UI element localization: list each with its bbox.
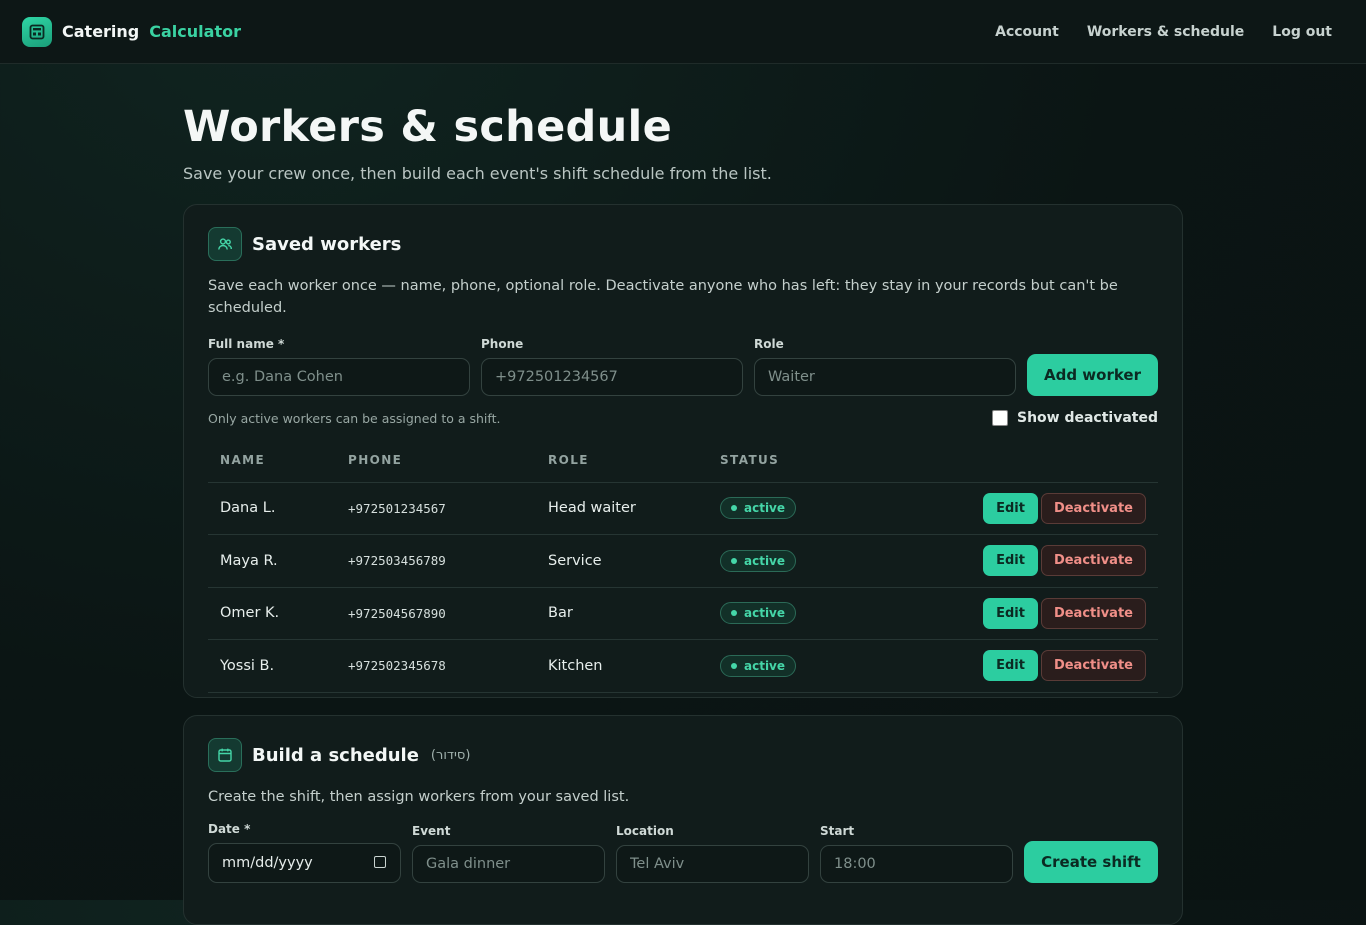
table-row: Omer K. +972504567890 Bar active Edit Dea… [208, 587, 1158, 640]
top-nav: Catering Calculator Account Workers & sch… [0, 0, 1366, 64]
nav-log-out[interactable]: Log out [1272, 24, 1332, 40]
saved-workers-title: Saved workers [252, 233, 402, 255]
column-header-status: STATUS [708, 438, 853, 483]
date-input[interactable] [208, 843, 401, 883]
show-deactivated-checkbox[interactable] [991, 410, 1008, 426]
build-schedule-hint: (סידור) [430, 747, 471, 763]
page-title: Workers & schedule [183, 102, 673, 152]
full-name-input[interactable] [208, 358, 470, 396]
main-content: Workers & schedule Save your crew once, … [183, 64, 1183, 925]
start-input[interactable] [820, 845, 1013, 883]
worker-name: Yossi B. [208, 639, 336, 693]
column-header-phone: PHONE [336, 438, 536, 483]
worker-name: Dana L. [208, 482, 336, 535]
deactivate-button[interactable]: Deactivate [1040, 650, 1146, 682]
edit-button[interactable]: Edit [983, 597, 1038, 629]
worker-role: Head waiter [536, 482, 708, 535]
worker-name: Maya R. [208, 534, 336, 588]
users-icon [208, 227, 242, 261]
column-header-role: ROLE [536, 438, 708, 483]
edit-button[interactable]: Edit [983, 650, 1038, 682]
build-schedule-description: Create the shift, then assign workers fr… [208, 789, 630, 805]
edit-button[interactable]: Edit [983, 545, 1038, 577]
add-worker-button[interactable]: Add worker [1027, 354, 1158, 396]
column-header-actions [852, 438, 1158, 483]
table-row: Dana L. +972501234567 Head waiter active… [208, 482, 1158, 535]
full-name-label: Full name * [208, 337, 285, 351]
table-row: Yossi B. +972502345678 Kitchen active Ed… [208, 639, 1158, 693]
deactivate-button[interactable]: Deactivate [1040, 545, 1146, 577]
status-badge: active [720, 654, 797, 677]
page-subtitle: Save your crew once, then build each eve… [183, 164, 772, 183]
status-badge: active [720, 602, 797, 625]
phone-input[interactable] [481, 358, 743, 396]
worker-phone: +972503456789 [336, 534, 536, 588]
show-deactivated-label[interactable]: Show deactivated [1017, 410, 1158, 426]
add-worker-form: Full name * Phone Role Add worker [208, 337, 1158, 396]
workers-table: NAME PHONE ROLE STATUS Dana L. +97250123… [208, 438, 1158, 693]
calculator-icon [22, 16, 52, 47]
event-label: Event [412, 824, 451, 838]
create-shift-form: Date * Event Location Start Create shift [208, 822, 1158, 883]
worker-role: Service [536, 534, 708, 588]
worker-role: Kitchen [536, 639, 708, 693]
brand[interactable]: Catering Calculator [22, 16, 241, 47]
deactivate-button[interactable]: Deactivate [1040, 492, 1146, 524]
nav-workers-schedule[interactable]: Workers & schedule [1087, 24, 1244, 40]
helper-text: Only active workers can be assigned to a… [208, 410, 501, 426]
status-badge: active [720, 549, 797, 572]
deactivate-button[interactable]: Deactivate [1040, 597, 1146, 629]
role-label: Role [754, 337, 784, 351]
build-schedule-card: Build a schedule (סידור) Create the shif… [183, 715, 1183, 925]
worker-role: Bar [536, 587, 708, 640]
saved-workers-description: Save each worker once — name, phone, opt… [208, 278, 1118, 316]
edit-button[interactable]: Edit [983, 492, 1038, 524]
brand-name-accent: Calculator [149, 22, 241, 41]
nav-account[interactable]: Account [995, 24, 1059, 40]
date-label: Date * [208, 822, 251, 836]
event-input[interactable] [412, 845, 605, 883]
build-schedule-title: Build a schedule [252, 744, 419, 766]
calendar-icon [208, 738, 242, 772]
calendar-picker-icon[interactable] [374, 856, 386, 868]
role-input[interactable] [754, 358, 1016, 396]
worker-phone: +972502345678 [336, 639, 536, 693]
location-input[interactable] [616, 845, 809, 883]
worker-name: Omer K. [208, 587, 336, 640]
location-label: Location [616, 824, 674, 838]
column-header-name: NAME [208, 438, 336, 483]
phone-label: Phone [481, 337, 524, 351]
table-row: Maya R. +972503456789 Service active Edi… [208, 534, 1158, 588]
worker-phone: +972501234567 [336, 482, 536, 535]
create-shift-button[interactable]: Create shift [1024, 841, 1158, 883]
saved-workers-card: Saved workers Save each worker once — na… [183, 204, 1183, 698]
start-label: Start [820, 824, 855, 838]
brand-name: Catering [62, 22, 140, 41]
worker-phone: +972504567890 [336, 587, 536, 640]
status-badge: active [720, 497, 797, 520]
